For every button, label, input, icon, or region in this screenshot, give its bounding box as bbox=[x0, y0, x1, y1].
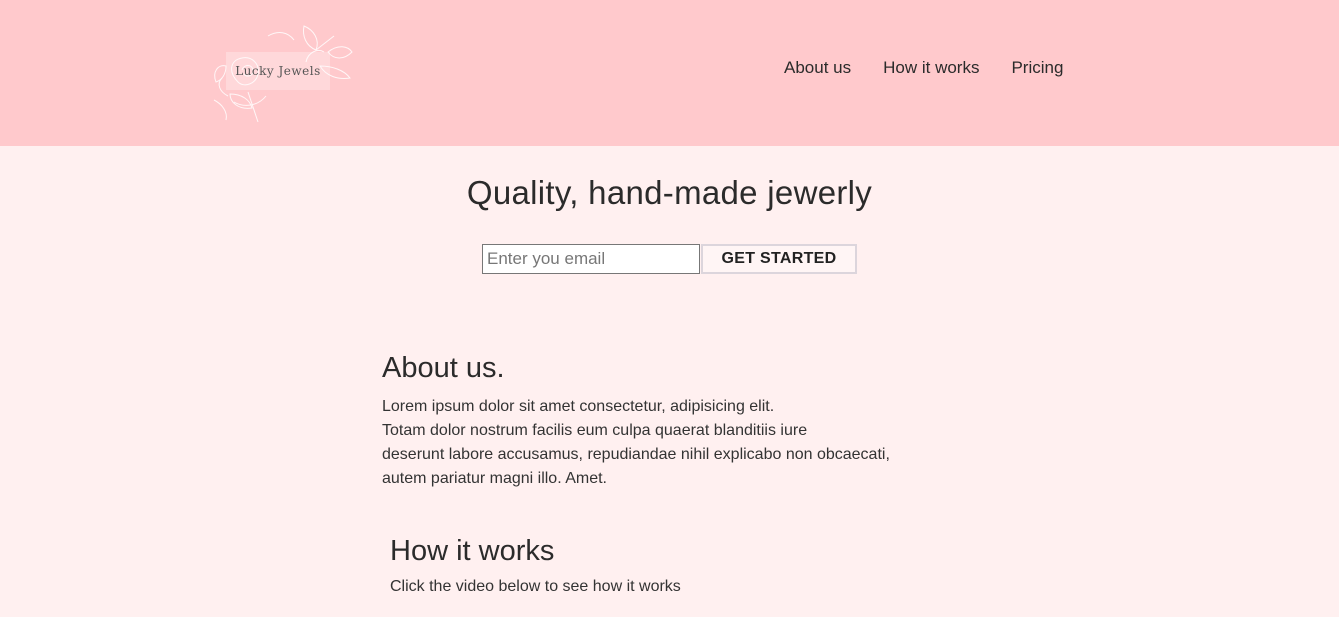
get-started-button[interactable]: GET STARTED bbox=[701, 244, 857, 274]
brand-name: Lucky Jewels bbox=[226, 52, 330, 90]
about-line: deserunt labore accusamus, repudiandae n… bbox=[382, 446, 890, 463]
nav-link-how-it-works[interactable]: How it works bbox=[883, 58, 979, 78]
about-line: autem pariatur magni illo. Amet. bbox=[382, 470, 607, 487]
hero-title: Quality, hand-made jewerly bbox=[466, 174, 873, 211]
how-it-works-heading: How it works bbox=[390, 535, 555, 567]
nav-link-about-us[interactable]: About us bbox=[784, 58, 851, 78]
about-heading: About us. bbox=[382, 352, 505, 384]
how-it-works-text: Click the video below to see how it work… bbox=[390, 578, 681, 595]
main-nav: About us How it works Pricing bbox=[784, 58, 1063, 78]
logo[interactable]: Lucky Jewels bbox=[208, 22, 354, 126]
nav-link-pricing[interactable]: Pricing bbox=[1011, 58, 1063, 78]
about-line: Lorem ipsum dolor sit amet consectetur, … bbox=[382, 398, 775, 415]
site-header: Lucky Jewels About us How it works Prici… bbox=[0, 0, 1339, 146]
about-paragraph: Lorem ipsum dolor sit amet consectetur, … bbox=[382, 395, 982, 491]
email-input[interactable] bbox=[482, 244, 700, 274]
about-line: Totam dolor nostrum facilis eum culpa qu… bbox=[382, 422, 808, 439]
